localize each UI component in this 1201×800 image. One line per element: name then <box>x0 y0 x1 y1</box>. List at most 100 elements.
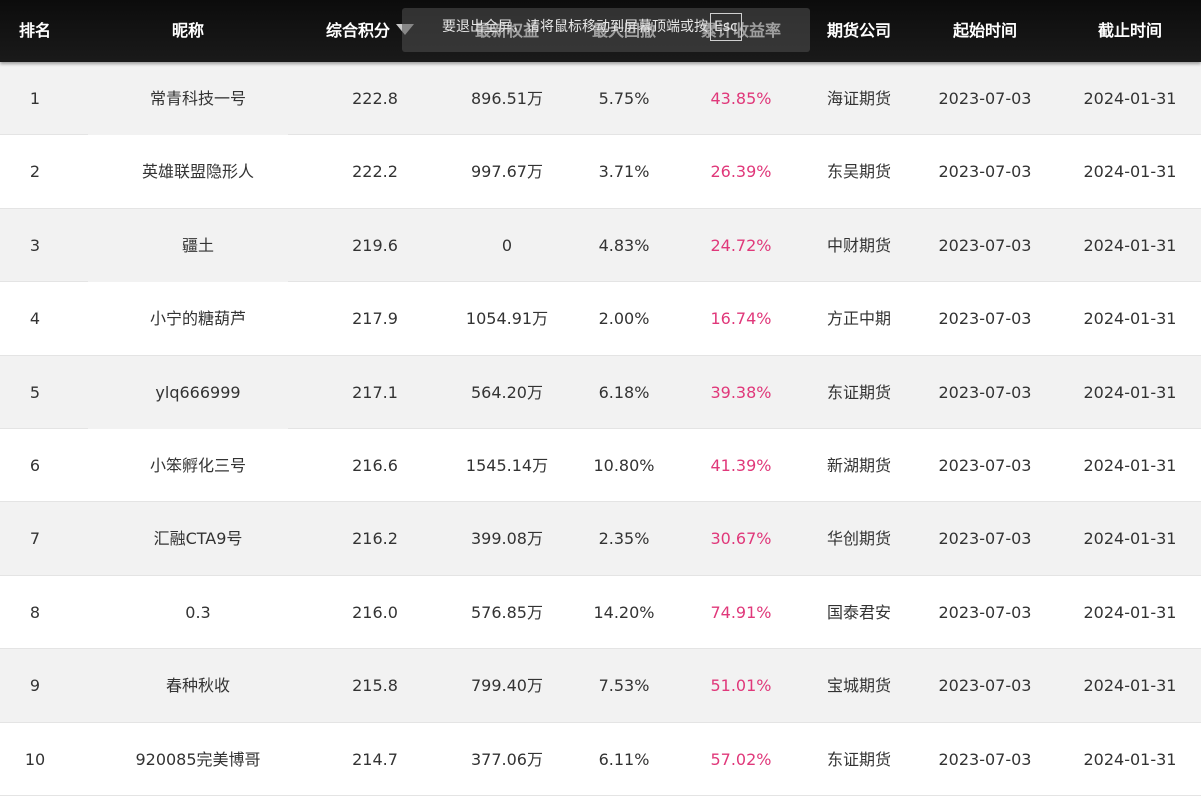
cell-latest-equity: 896.51万 <box>471 89 543 108</box>
table-row[interactable]: 9 春种秋收 215.8 799.40万 7.53% 51.01% 宝城期货 2023-07-… <box>0 649 1201 723</box>
cell-end-time: 2024-01-31 <box>1083 235 1177 255</box>
cell-max-drawdown: 7.53% <box>598 676 650 696</box>
cell-rank: 2 <box>29 162 41 182</box>
cell-end-time: 2024-01-31 <box>1083 749 1177 769</box>
cell-rank: 4 <box>29 309 41 329</box>
cell-end-time: 2024-01-31 <box>1083 455 1177 475</box>
cell-rank: 1 <box>29 89 41 108</box>
cell-nickname[interactable]: 汇融CTA9号 <box>88 502 308 575</box>
cell-rank: 9 <box>29 676 41 696</box>
cell-end-time: 2024-01-31 <box>1083 602 1177 622</box>
cell-nickname[interactable]: 疆土 <box>88 209 308 282</box>
table-row[interactable]: 8 0.3 216.0 576.85万 14.20% 74.91% 国泰君安 2023-07-… <box>0 575 1201 650</box>
table-row[interactable]: 2 英雄联盟隐形人 222.2 997.67万 3.71% 26.39% 东吴期货 2023-… <box>0 135 1201 209</box>
cell-latest-equity: 399.08万 <box>471 529 543 549</box>
cell-max-drawdown: 10.80% <box>593 455 655 475</box>
cell-start-time: 2023-07-03 <box>938 602 1032 622</box>
cell-nickname[interactable]: 英雄联盟隐形人 <box>88 135 308 208</box>
cell-futures-company: 国泰君安 <box>826 602 891 622</box>
cell-start-time: 2023-07-03 <box>938 749 1032 769</box>
header-rank[interactable]: 排名 <box>0 0 70 62</box>
cell-nickname[interactable]: ylq666999 <box>88 356 308 429</box>
cell-max-drawdown: 5.75% <box>598 89 650 108</box>
cell-latest-equity: 799.40万 <box>471 676 543 696</box>
cell-end-time: 2024-01-31 <box>1083 162 1177 182</box>
cell-futures-company: 东证期货 <box>826 749 891 769</box>
table-row[interactable]: 7 汇融CTA9号 216.2 399.08万 2.35% 30.67% 华创期货 2023-… <box>0 502 1201 576</box>
cell-cumulative-return: 16.74% <box>710 309 772 329</box>
cell-start-time: 2023-07-03 <box>938 455 1032 475</box>
fullscreen-exit-toast: 要退出全屏，请将鼠标移动到屏幕顶端或按 Esc <box>402 8 810 52</box>
header-futures-company[interactable]: 期货公司 <box>814 0 904 62</box>
cell-score: 216.2 <box>352 529 398 549</box>
cell-cumulative-return: 39.38% <box>710 382 772 402</box>
table-header: 排名 昵称 综合积分 最新权益 最大回撤 累计收益率 期货公司 起始时间 截止时… <box>0 0 1201 62</box>
cell-start-time: 2023-07-03 <box>938 235 1032 255</box>
cell-cumulative-return: 26.39% <box>710 162 772 182</box>
header-start-time[interactable]: 起始时间 <box>915 0 1055 62</box>
table-row[interactable]: 1 常青科技一号 222.8 896.51万 5.75% 43.85% 海证期货 2023-0… <box>0 62 1201 136</box>
cell-latest-equity: 564.20万 <box>471 382 543 402</box>
cell-max-drawdown: 2.35% <box>598 529 650 549</box>
cell-score: 222.2 <box>352 162 398 182</box>
cell-score: 215.8 <box>352 676 398 696</box>
cell-futures-company: 华创期货 <box>826 529 891 549</box>
table-row[interactable]: 5 ylq666999 217.1 564.20万 6.18% 39.38% 东证期货 202… <box>0 355 1201 429</box>
cell-start-time: 2023-07-03 <box>938 382 1032 402</box>
header-score-label: 综合积分 <box>325 21 390 40</box>
cell-nickname[interactable]: 920085完美博哥 <box>88 723 308 796</box>
cell-latest-equity: 1545.14万 <box>465 455 549 475</box>
cell-start-time: 2023-07-03 <box>938 162 1032 182</box>
cell-cumulative-return: 57.02% <box>710 749 772 769</box>
cell-cumulative-return: 30.67% <box>710 529 772 549</box>
cell-score: 214.7 <box>352 749 398 769</box>
cell-nickname[interactable]: 0.3 <box>88 576 308 649</box>
cell-end-time: 2024-01-31 <box>1083 676 1177 696</box>
cell-futures-company: 方正中期 <box>826 309 891 329</box>
cell-futures-company: 海证期货 <box>826 89 891 108</box>
cell-rank: 7 <box>29 529 41 549</box>
ranking-table: 排名 昵称 综合积分 最新权益 最大回撤 累计收益率 期货公司 起始时间 截止时… <box>0 0 1201 800</box>
cell-latest-equity: 576.85万 <box>471 602 543 622</box>
cell-score: 219.6 <box>352 235 398 255</box>
cell-cumulative-return: 74.91% <box>710 602 772 622</box>
cell-nickname[interactable]: 小笨孵化三号 <box>88 429 308 502</box>
cell-futures-company: 新湖期货 <box>826 455 891 475</box>
cell-rank: 5 <box>29 382 41 402</box>
cell-futures-company: 中财期货 <box>826 235 891 255</box>
cell-score: 217.1 <box>352 382 398 402</box>
cell-rank: 6 <box>29 455 41 475</box>
cell-latest-equity: 1054.91万 <box>465 309 549 329</box>
cell-max-drawdown: 2.00% <box>598 309 650 329</box>
cell-start-time: 2023-07-03 <box>938 309 1032 329</box>
cell-rank: 8 <box>29 602 41 622</box>
cell-max-drawdown: 4.83% <box>598 235 650 255</box>
cell-start-time: 2023-07-03 <box>938 676 1032 696</box>
cell-futures-company: 宝城期货 <box>826 676 891 696</box>
cell-cumulative-return: 41.39% <box>710 455 772 475</box>
cell-end-time: 2024-01-31 <box>1083 382 1177 402</box>
cell-cumulative-return: 24.72% <box>710 235 772 255</box>
cell-end-time: 2024-01-31 <box>1083 89 1177 108</box>
cell-max-drawdown: 14.20% <box>593 602 655 622</box>
cell-latest-equity: 0 <box>501 235 513 255</box>
cell-max-drawdown: 6.11% <box>598 749 650 769</box>
table-row[interactable]: 10 920085完美博哥 214.7 377.06万 6.11% 57.02% 东证期货 2… <box>0 722 1201 796</box>
cell-latest-equity: 997.67万 <box>471 162 543 182</box>
header-end-time[interactable]: 截止时间 <box>1060 0 1200 62</box>
table-row[interactable]: 6 小笨孵化三号 216.6 1545.14万 10.80% 41.39% 新湖期货 2023… <box>0 428 1201 503</box>
cell-nickname[interactable]: 小宁的糖葫芦 <box>88 282 308 355</box>
cell-start-time: 2023-07-03 <box>938 89 1032 108</box>
cell-score: 222.8 <box>352 89 398 108</box>
cell-start-time: 2023-07-03 <box>938 529 1032 549</box>
cell-end-time: 2024-01-31 <box>1083 309 1177 329</box>
cell-futures-company: 东吴期货 <box>826 162 891 182</box>
cell-nickname[interactable]: 春种秋收 <box>88 649 308 722</box>
table-row[interactable]: 4 小宁的糖葫芦 217.9 1054.91万 2.00% 16.74% 方正中期 2023-… <box>0 282 1201 356</box>
header-nickname[interactable]: 昵称 <box>88 0 288 62</box>
cell-nickname[interactable]: 常青科技一号 <box>88 62 308 135</box>
esc-key-badge: Esc <box>710 13 742 41</box>
table-row[interactable]: 3 疆土 219.6 0 4.83% 24.72% 中财期货 2023-07-03 2024-0… <box>0 208 1201 283</box>
cell-rank: 3 <box>29 235 41 255</box>
cell-score: 216.0 <box>352 602 398 622</box>
